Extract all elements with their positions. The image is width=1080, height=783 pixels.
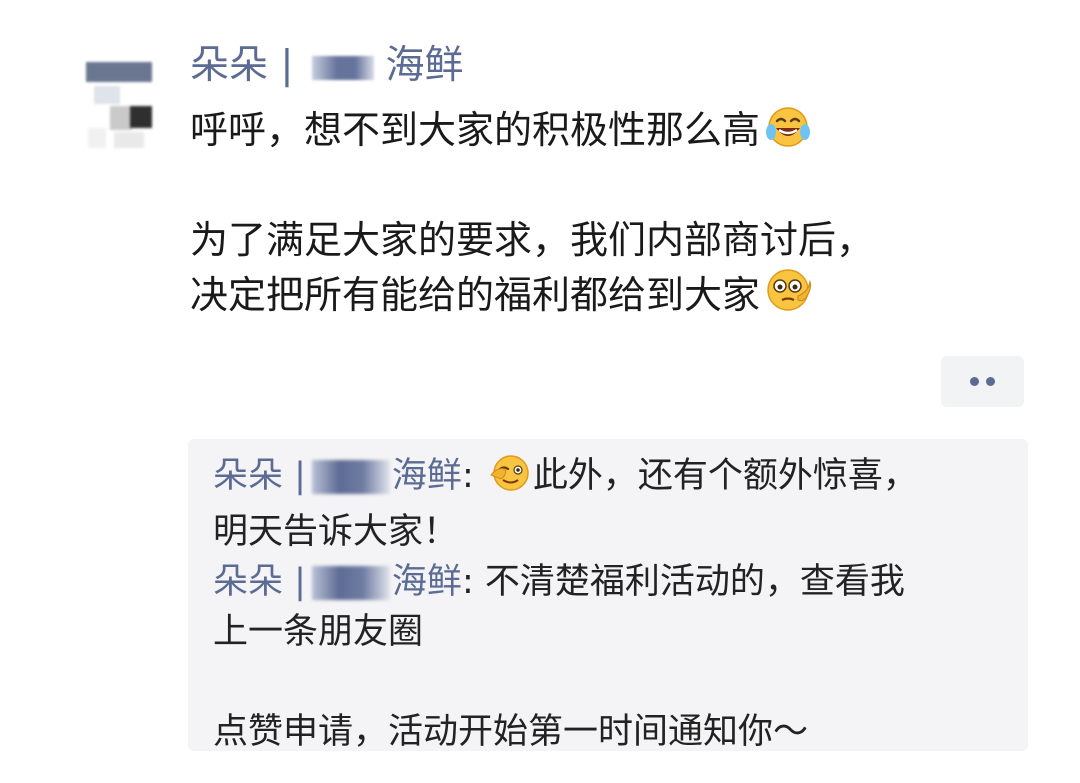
comment-author-prefix: 朵朵 | (213, 456, 306, 496)
avatar-pixel (94, 86, 120, 104)
comment-text: 不清楚福利活动的，查看我 (484, 562, 905, 602)
comment-line: 点赞申请，活动开始第一时间通知你～ (213, 707, 1008, 757)
comment-text: 明天告诉大家！ (213, 512, 459, 552)
post-line: 为了满足大家的要求，我们内部商讨后， (190, 214, 1030, 266)
comment-line: 朵朵 | 海鲜: 不清楚福利活动的，查看我 (213, 557, 1008, 607)
thinking-emoji-icon (764, 266, 814, 327)
comment-separator: : (461, 456, 485, 496)
comment-author-prefix: 朵朵 | (213, 562, 306, 602)
comment-text: 此外，还有个额外惊喜， (532, 456, 918, 496)
comment-text: 点赞申请，活动开始第一时间通知你～ (213, 712, 809, 752)
redacted-name-mask (311, 566, 390, 600)
wink-emoji-icon (489, 453, 533, 507)
comment-author-name[interactable]: 朵朵 | 海鲜 (213, 456, 462, 496)
author-name-prefix: 朵朵 | (190, 43, 294, 88)
comment-line: 上一条朋友圈 (213, 607, 1008, 657)
comment-author-suffix: 海鲜 (391, 562, 462, 602)
author-name-suffix: 海鲜 (385, 43, 464, 88)
redacted-name-mask (311, 55, 374, 80)
redacted-name-mask (311, 460, 390, 494)
post-line: 决定把所有能给的福利都给到大家 (190, 266, 1030, 327)
post-content: 呼呼，想不到大家的积极性那么高 为了满足大家的要求，我们内部商讨后， 决定把所有… (190, 104, 1030, 327)
avatar-pixel (86, 62, 152, 82)
comment-item[interactable]: 朵朵 | 海鲜: 此外，还有个额外惊喜， 明天告诉大家！ (213, 451, 1008, 557)
avatar-pixel (88, 128, 106, 148)
post-text: 呼呼，想不到大家的积极性那么高 (190, 108, 761, 152)
comment-separator: : (461, 562, 485, 602)
more-dots-icon (986, 377, 995, 386)
post-text: 为了满足大家的要求，我们内部商讨后， (190, 218, 875, 262)
comments-section: 朵朵 | 海鲜: 此外，还有个额外惊喜， 明天告诉大家！ 朵朵 | 海鲜: 不清楚福… (188, 439, 1028, 752)
more-actions-button[interactable] (941, 356, 1024, 407)
post-author-name[interactable]: 朵朵 | 海鲜 (190, 38, 464, 94)
comment-text: 上一条朋友圈 (213, 612, 424, 652)
laughing-tears-emoji-icon (764, 105, 812, 162)
post-line: 呼呼，想不到大家的积极性那么高 (190, 104, 1030, 162)
comment-line: 朵朵 | 海鲜: 此外，还有个额外惊喜， (213, 451, 1008, 507)
more-dots-icon (970, 377, 979, 386)
avatar-pixel (110, 106, 132, 130)
post-text: 决定把所有能给的福利都给到大家 (190, 273, 761, 317)
comment-author-suffix: 海鲜 (391, 456, 462, 496)
avatar[interactable] (84, 42, 154, 152)
avatar-pixel (130, 106, 152, 128)
comment-item[interactable]: 朵朵 | 海鲜: 不清楚福利活动的，查看我 上一条朋友圈 点赞申请，活动开始第一时… (213, 557, 1008, 757)
comment-author-name[interactable]: 朵朵 | 海鲜 (213, 562, 462, 602)
avatar-pixel (114, 132, 144, 148)
comment-line: 明天告诉大家！ (213, 507, 1008, 557)
